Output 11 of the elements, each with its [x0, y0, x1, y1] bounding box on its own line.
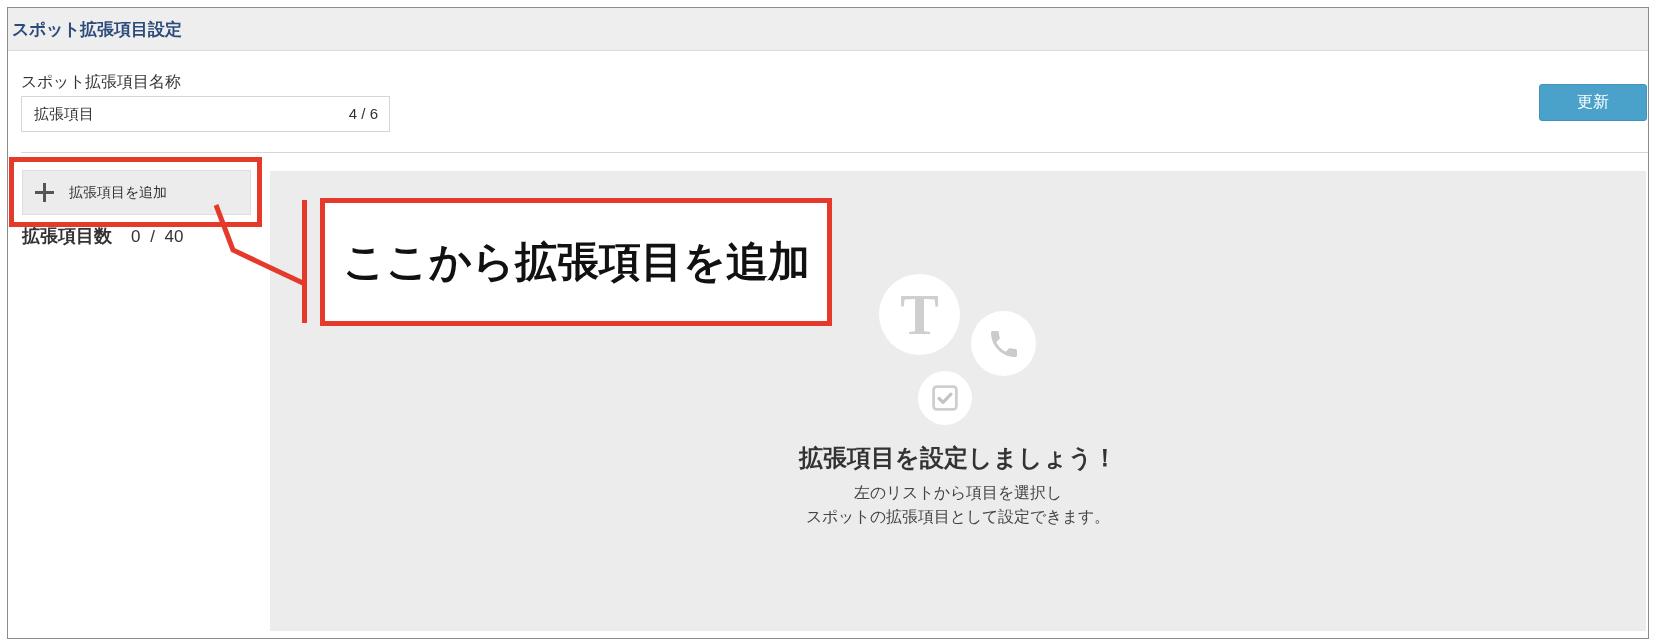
page-title: スポット拡張項目設定: [12, 18, 182, 41]
field-label: スポット拡張項目名称: [21, 72, 182, 92]
character-count: 4 / 6: [348, 105, 378, 123]
add-button[interactable]: 拡張項目を追加: [22, 170, 251, 215]
item-count-value: 0 / 40: [131, 226, 184, 248]
empty-state-title: 拡張項目を設定しましょう！: [799, 444, 1117, 472]
item-count-label: 拡張項目数: [22, 225, 112, 247]
callout: ここから拡張項目を追加: [320, 198, 832, 326]
plus-icon: [35, 183, 54, 202]
description-line: 左のリストから項目を選択し: [854, 483, 1062, 503]
description-line: スポットの拡張項目として設定できます。: [806, 507, 1110, 527]
